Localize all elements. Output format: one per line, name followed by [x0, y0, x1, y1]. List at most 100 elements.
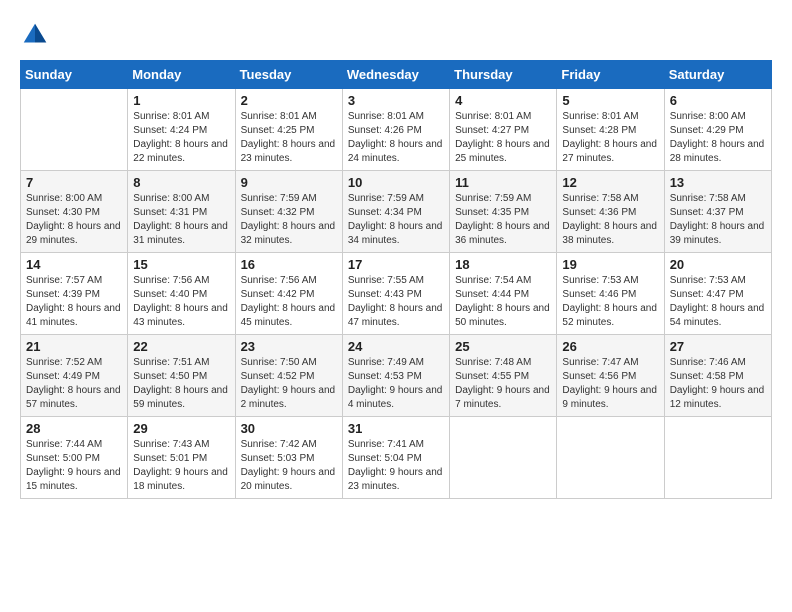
day-info: Sunrise: 7:41 AMSunset: 5:04 PMDaylight:…	[348, 438, 444, 494]
day-info: Sunrise: 7:56 AMSunset: 4:40 PMDaylight:…	[133, 274, 229, 330]
calendar-week-1: 1 Sunrise: 8:01 AMSunset: 4:24 PMDaylight…	[21, 89, 772, 171]
calendar-cell: 18 Sunrise: 7:54 AMSunset: 4:44 PMDayligh…	[450, 253, 557, 335]
day-info: Sunrise: 8:01 AMSunset: 4:24 PMDaylight:…	[133, 110, 229, 166]
day-info: Sunrise: 7:56 AMSunset: 4:42 PMDaylight:…	[241, 274, 337, 330]
day-number: 21	[26, 339, 122, 354]
calendar-cell: 29 Sunrise: 7:43 AMSunset: 5:01 PMDayligh…	[128, 417, 235, 499]
logo-icon	[20, 20, 50, 50]
day-info: Sunrise: 8:01 AMSunset: 4:25 PMDaylight:…	[241, 110, 337, 166]
day-number: 2	[241, 93, 337, 108]
calendar-cell	[664, 417, 771, 499]
calendar-cell	[450, 417, 557, 499]
day-info: Sunrise: 7:59 AMSunset: 4:34 PMDaylight:…	[348, 192, 444, 248]
day-info: Sunrise: 7:59 AMSunset: 4:32 PMDaylight:…	[241, 192, 337, 248]
calendar-cell	[557, 417, 664, 499]
calendar-cell: 12 Sunrise: 7:58 AMSunset: 4:36 PMDayligh…	[557, 171, 664, 253]
day-number: 24	[348, 339, 444, 354]
day-info: Sunrise: 7:58 AMSunset: 4:36 PMDaylight:…	[562, 192, 658, 248]
day-number: 9	[241, 175, 337, 190]
calendar-cell: 24 Sunrise: 7:49 AMSunset: 4:53 PMDayligh…	[342, 335, 449, 417]
day-info: Sunrise: 7:52 AMSunset: 4:49 PMDaylight:…	[26, 356, 122, 412]
day-number: 11	[455, 175, 551, 190]
day-number: 18	[455, 257, 551, 272]
day-number: 14	[26, 257, 122, 272]
header-tuesday: Tuesday	[235, 61, 342, 89]
header-friday: Friday	[557, 61, 664, 89]
calendar-cell: 31 Sunrise: 7:41 AMSunset: 5:04 PMDayligh…	[342, 417, 449, 499]
day-number: 3	[348, 93, 444, 108]
day-info: Sunrise: 8:00 AMSunset: 4:30 PMDaylight:…	[26, 192, 122, 248]
day-number: 26	[562, 339, 658, 354]
day-info: Sunrise: 7:51 AMSunset: 4:50 PMDaylight:…	[133, 356, 229, 412]
calendar-cell: 14 Sunrise: 7:57 AMSunset: 4:39 PMDayligh…	[21, 253, 128, 335]
day-info: Sunrise: 7:44 AMSunset: 5:00 PMDaylight:…	[26, 438, 122, 494]
day-info: Sunrise: 7:43 AMSunset: 5:01 PMDaylight:…	[133, 438, 229, 494]
day-number: 22	[133, 339, 229, 354]
calendar-header-row: SundayMondayTuesdayWednesdayThursdayFrid…	[21, 61, 772, 89]
calendar-cell: 15 Sunrise: 7:56 AMSunset: 4:40 PMDayligh…	[128, 253, 235, 335]
day-info: Sunrise: 7:55 AMSunset: 4:43 PMDaylight:…	[348, 274, 444, 330]
calendar-week-4: 21 Sunrise: 7:52 AMSunset: 4:49 PMDayligh…	[21, 335, 772, 417]
header-monday: Monday	[128, 61, 235, 89]
calendar-cell: 17 Sunrise: 7:55 AMSunset: 4:43 PMDayligh…	[342, 253, 449, 335]
calendar-cell: 6Sunrise: 8:00 AMSunset: 4:29 PMDaylight…	[664, 89, 771, 171]
page-header	[20, 20, 772, 50]
day-number: 15	[133, 257, 229, 272]
day-info: Sunrise: 8:01 AMSunset: 4:28 PMDaylight:…	[562, 110, 658, 166]
calendar-week-2: 7 Sunrise: 8:00 AMSunset: 4:30 PMDaylight…	[21, 171, 772, 253]
day-info: Sunrise: 8:01 AMSunset: 4:27 PMDaylight:…	[455, 110, 551, 166]
calendar-cell: 27 Sunrise: 7:46 AMSunset: 4:58 PMDayligh…	[664, 335, 771, 417]
calendar-cell: 11Sunrise: 7:59 AMSunset: 4:35 PMDayligh…	[450, 171, 557, 253]
day-number: 4	[455, 93, 551, 108]
day-info: Sunrise: 7:49 AMSunset: 4:53 PMDaylight:…	[348, 356, 444, 412]
header-sunday: Sunday	[21, 61, 128, 89]
day-info: Sunrise: 7:53 AMSunset: 4:47 PMDaylight:…	[670, 274, 766, 330]
calendar-cell	[21, 89, 128, 171]
day-info: Sunrise: 7:47 AMSunset: 4:56 PMDaylight:…	[562, 356, 658, 412]
calendar-cell: 25 Sunrise: 7:48 AMSunset: 4:55 PMDayligh…	[450, 335, 557, 417]
calendar-table: SundayMondayTuesdayWednesdayThursdayFrid…	[20, 60, 772, 499]
calendar-cell: 23 Sunrise: 7:50 AMSunset: 4:52 PMDayligh…	[235, 335, 342, 417]
day-number: 25	[455, 339, 551, 354]
day-info: Sunrise: 7:50 AMSunset: 4:52 PMDaylight:…	[241, 356, 337, 412]
calendar-cell: 2 Sunrise: 8:01 AMSunset: 4:25 PMDaylight…	[235, 89, 342, 171]
day-number: 6	[670, 93, 766, 108]
calendar-cell: 16 Sunrise: 7:56 AMSunset: 4:42 PMDayligh…	[235, 253, 342, 335]
day-info: Sunrise: 7:48 AMSunset: 4:55 PMDaylight:…	[455, 356, 551, 412]
day-number: 20	[670, 257, 766, 272]
day-info: Sunrise: 7:54 AMSunset: 4:44 PMDaylight:…	[455, 274, 551, 330]
calendar-cell: 20 Sunrise: 7:53 AMSunset: 4:47 PMDayligh…	[664, 253, 771, 335]
day-number: 1	[133, 93, 229, 108]
day-number: 16	[241, 257, 337, 272]
logo	[20, 20, 54, 50]
day-number: 5	[562, 93, 658, 108]
header-thursday: Thursday	[450, 61, 557, 89]
day-info: Sunrise: 7:57 AMSunset: 4:39 PMDaylight:…	[26, 274, 122, 330]
day-number: 7	[26, 175, 122, 190]
day-info: Sunrise: 7:46 AMSunset: 4:58 PMDaylight:…	[670, 356, 766, 412]
day-info: Sunrise: 8:00 AMSunset: 4:31 PMDaylight:…	[133, 192, 229, 248]
day-number: 29	[133, 421, 229, 436]
day-number: 12	[562, 175, 658, 190]
day-number: 31	[348, 421, 444, 436]
calendar-cell: 9 Sunrise: 7:59 AMSunset: 4:32 PMDaylight…	[235, 171, 342, 253]
calendar-cell: 22 Sunrise: 7:51 AMSunset: 4:50 PMDayligh…	[128, 335, 235, 417]
calendar-week-5: 28Sunrise: 7:44 AMSunset: 5:00 PMDayligh…	[21, 417, 772, 499]
day-number: 30	[241, 421, 337, 436]
calendar-cell: 28Sunrise: 7:44 AMSunset: 5:00 PMDayligh…	[21, 417, 128, 499]
day-number: 17	[348, 257, 444, 272]
calendar-cell: 19Sunrise: 7:53 AMSunset: 4:46 PMDayligh…	[557, 253, 664, 335]
calendar-cell: 10 Sunrise: 7:59 AMSunset: 4:34 PMDayligh…	[342, 171, 449, 253]
calendar-cell: 5 Sunrise: 8:01 AMSunset: 4:28 PMDaylight…	[557, 89, 664, 171]
day-info: Sunrise: 7:42 AMSunset: 5:03 PMDaylight:…	[241, 438, 337, 494]
calendar-cell: 30 Sunrise: 7:42 AMSunset: 5:03 PMDayligh…	[235, 417, 342, 499]
header-saturday: Saturday	[664, 61, 771, 89]
day-number: 27	[670, 339, 766, 354]
day-number: 10	[348, 175, 444, 190]
calendar-cell: 13Sunrise: 7:58 AMSunset: 4:37 PMDayligh…	[664, 171, 771, 253]
day-info: Sunrise: 7:58 AMSunset: 4:37 PMDaylight:…	[670, 192, 766, 248]
calendar-week-3: 14 Sunrise: 7:57 AMSunset: 4:39 PMDayligh…	[21, 253, 772, 335]
day-number: 23	[241, 339, 337, 354]
day-info: Sunrise: 8:01 AMSunset: 4:26 PMDaylight:…	[348, 110, 444, 166]
header-wednesday: Wednesday	[342, 61, 449, 89]
